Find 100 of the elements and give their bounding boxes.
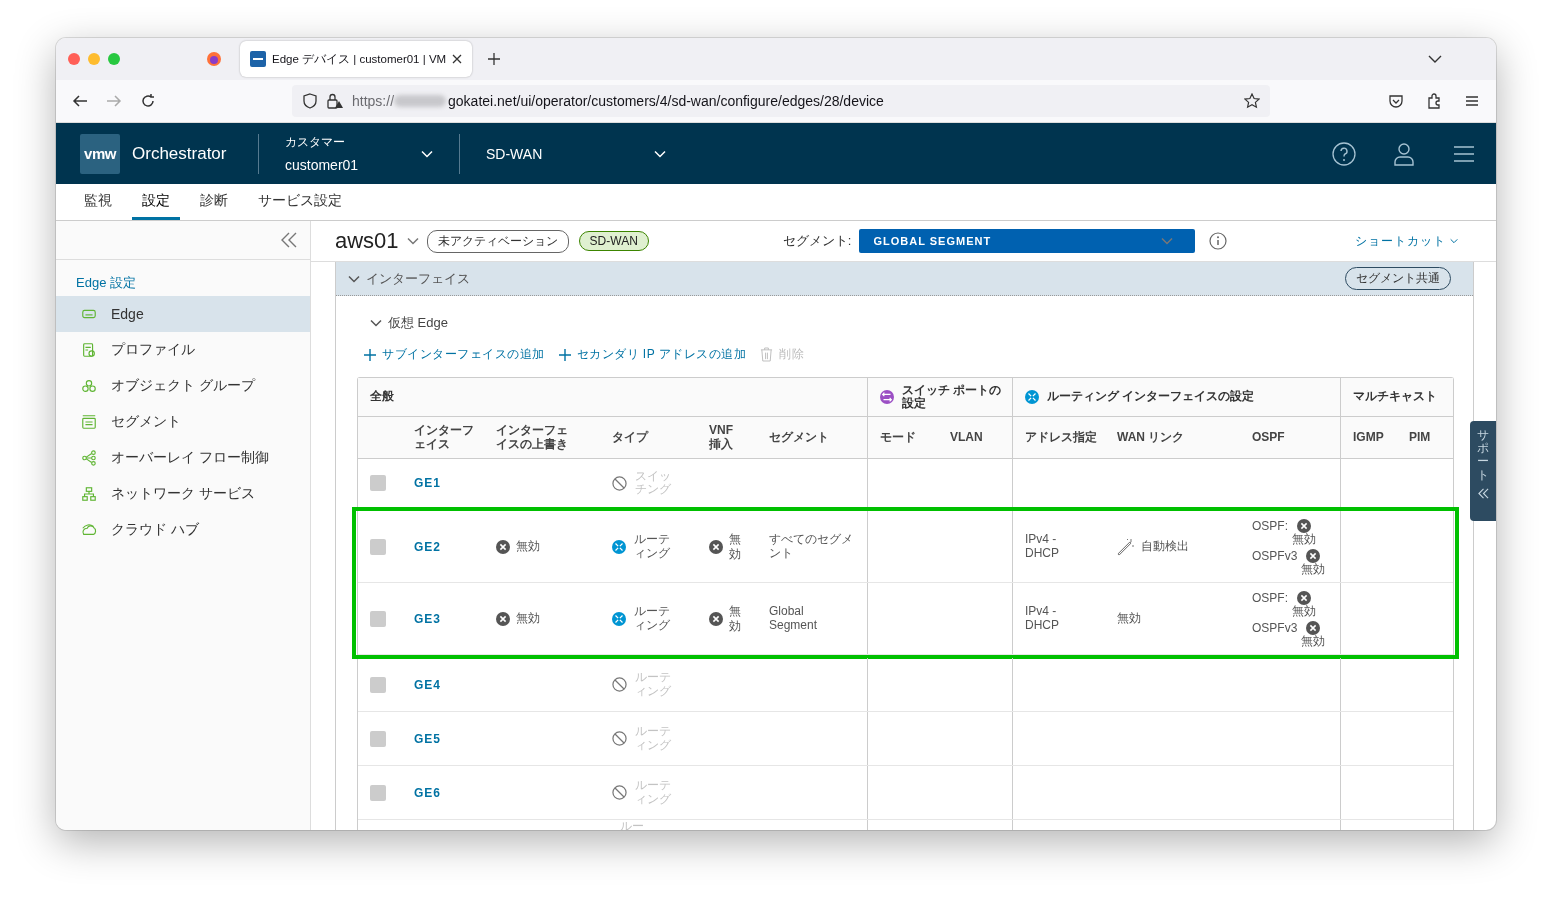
- interface-link[interactable]: GE3: [414, 611, 441, 626]
- nav-tab[interactable]: 診断: [190, 184, 238, 220]
- x-circle-icon: [709, 539, 723, 554]
- section-title[interactable]: インターフェイス: [366, 269, 470, 288]
- browser-tab[interactable]: Edge デバイス | customer01 | VM: [240, 41, 473, 77]
- row-checkbox[interactable]: [370, 730, 386, 747]
- close-window-icon[interactable]: [68, 53, 80, 65]
- sidebar-item[interactable]: オーバーレイ フロー制御: [56, 440, 310, 476]
- cloud-icon: [81, 522, 97, 538]
- prohibited-icon: [612, 475, 627, 491]
- x-circle-icon: [496, 539, 510, 554]
- segment-dropdown[interactable]: GLOBAL SEGMENT: [859, 229, 1196, 253]
- service-selector[interactable]: SD-WAN: [460, 145, 692, 162]
- shortcut-menu[interactable]: ショートカット: [1355, 232, 1458, 250]
- nav-tab[interactable]: 監視: [74, 184, 122, 220]
- interface-type: ルーティング: [634, 605, 671, 632]
- type-badge: SD-WAN: [578, 231, 649, 251]
- chevron-down-icon: [421, 149, 433, 158]
- row-checkbox[interactable]: [370, 676, 386, 693]
- address-type: IPv4 - DHCP: [1025, 533, 1060, 560]
- sidebar-item[interactable]: Edge: [56, 296, 310, 332]
- status-badge: 未アクティベーション: [426, 229, 569, 253]
- new-tab-icon[interactable]: [488, 53, 501, 65]
- plus-icon: [364, 348, 376, 361]
- product-name: Orchestrator: [132, 143, 228, 164]
- bookmark-star-icon[interactable]: [1244, 93, 1260, 109]
- extensions-icon[interactable]: [1426, 93, 1442, 109]
- row-checkbox[interactable]: [370, 538, 386, 555]
- back-icon[interactable]: [72, 93, 88, 109]
- pocket-icon[interactable]: [1388, 93, 1404, 109]
- chevron-down-icon: [1161, 237, 1174, 245]
- sidebar-item[interactable]: ネットワーク サービス: [56, 476, 310, 512]
- sidebar-title: Edge 設定: [76, 274, 136, 292]
- router-icon: [1025, 390, 1039, 404]
- column-header: OSPF: [1252, 430, 1285, 445]
- column-header: VNF 挿入: [709, 423, 734, 452]
- column-header: モード: [880, 430, 916, 445]
- x-circle-icon: [709, 611, 723, 626]
- group-header: スイッチ ポートの設定: [902, 383, 1002, 411]
- sidebar-item[interactable]: オブジェクト グループ: [56, 368, 310, 404]
- collapse-icon[interactable]: [280, 232, 298, 248]
- nav-tab[interactable]: サービス設定: [248, 184, 352, 220]
- action-button[interactable]: セカンダリ IP アドレスの追加: [558, 346, 747, 363]
- tab-list-icon[interactable]: [1428, 55, 1442, 63]
- address-bar[interactable]: https:// gokatei.net/ui/operator/customers/4/sd-wan/configure/edges/28/device: [292, 85, 1270, 117]
- override-status: 無効: [516, 610, 540, 627]
- interface-link[interactable]: GE2: [414, 539, 441, 554]
- column-header: IGMP: [1353, 430, 1384, 445]
- router-icon: [612, 539, 626, 554]
- chevron-down-icon: [406, 237, 419, 245]
- wan-link-status: 無効: [1117, 610, 1141, 627]
- row-checkbox[interactable]: [370, 610, 386, 627]
- column-header: インターフェイスの上書き: [496, 423, 569, 452]
- chevron-down-icon: [1450, 238, 1458, 244]
- action-button[interactable]: サブインターフェイスの追加: [364, 346, 545, 363]
- interface-type: ルーティング: [634, 533, 671, 560]
- help-icon[interactable]: [1332, 141, 1356, 166]
- row-checkbox[interactable]: [370, 784, 386, 801]
- column-header: インターフェイス: [414, 423, 475, 452]
- object-group-icon: [81, 378, 97, 394]
- sidebar-item[interactable]: クラウド ハブ: [56, 512, 310, 548]
- plus-icon: [558, 348, 571, 361]
- lock-warning-icon[interactable]: [326, 93, 344, 109]
- interface-link[interactable]: GE6: [414, 785, 441, 800]
- shield-icon[interactable]: [302, 93, 318, 109]
- user-icon[interactable]: [1392, 141, 1416, 166]
- x-circle-icon: [1297, 518, 1311, 533]
- customer-selector[interactable]: カスタマー customer01: [259, 134, 459, 173]
- subsection-title[interactable]: 仮想 Edge: [388, 314, 448, 332]
- ospf-label: OSPFv3: [1252, 548, 1298, 563]
- sidebar-item[interactable]: セグメント: [56, 404, 310, 440]
- ospf-status: 無効: [1301, 634, 1326, 647]
- row-checkbox[interactable]: [370, 475, 386, 491]
- sidebar-item[interactable]: プロファイル: [56, 332, 310, 368]
- site-favicon-icon: [250, 51, 266, 67]
- vnf-status: 無効: [729, 604, 742, 633]
- info-icon[interactable]: [1209, 232, 1228, 250]
- interface-link[interactable]: GE4: [414, 677, 441, 692]
- chevron-down-icon: [654, 149, 666, 158]
- column-header: WAN リンク: [1117, 430, 1185, 445]
- segment-icon: [81, 414, 97, 430]
- column-header: VLAN: [950, 430, 983, 445]
- x-circle-icon: [496, 611, 510, 626]
- magic-wand-icon: [1117, 537, 1135, 556]
- reload-icon[interactable]: [140, 93, 156, 109]
- interface-link[interactable]: GE5: [414, 731, 441, 746]
- group-header: 全般: [370, 390, 394, 404]
- menu-icon[interactable]: [1464, 93, 1480, 109]
- edge-name: aws01: [335, 228, 399, 254]
- column-header: タイプ: [612, 430, 648, 445]
- prohibited-icon: [612, 677, 627, 692]
- double-chevron-icon: [1477, 487, 1489, 499]
- close-icon[interactable]: [452, 54, 463, 64]
- column-header: PIM: [1409, 430, 1431, 445]
- ospf-label: OSPF:: [1252, 518, 1288, 533]
- wan-link-status: 自動検出: [1141, 538, 1189, 555]
- support-tab[interactable]: サポート: [1470, 421, 1496, 521]
- chevron-down-icon: [370, 319, 382, 327]
- interface-link[interactable]: GE1: [414, 476, 441, 490]
- trash-icon: [760, 347, 774, 362]
